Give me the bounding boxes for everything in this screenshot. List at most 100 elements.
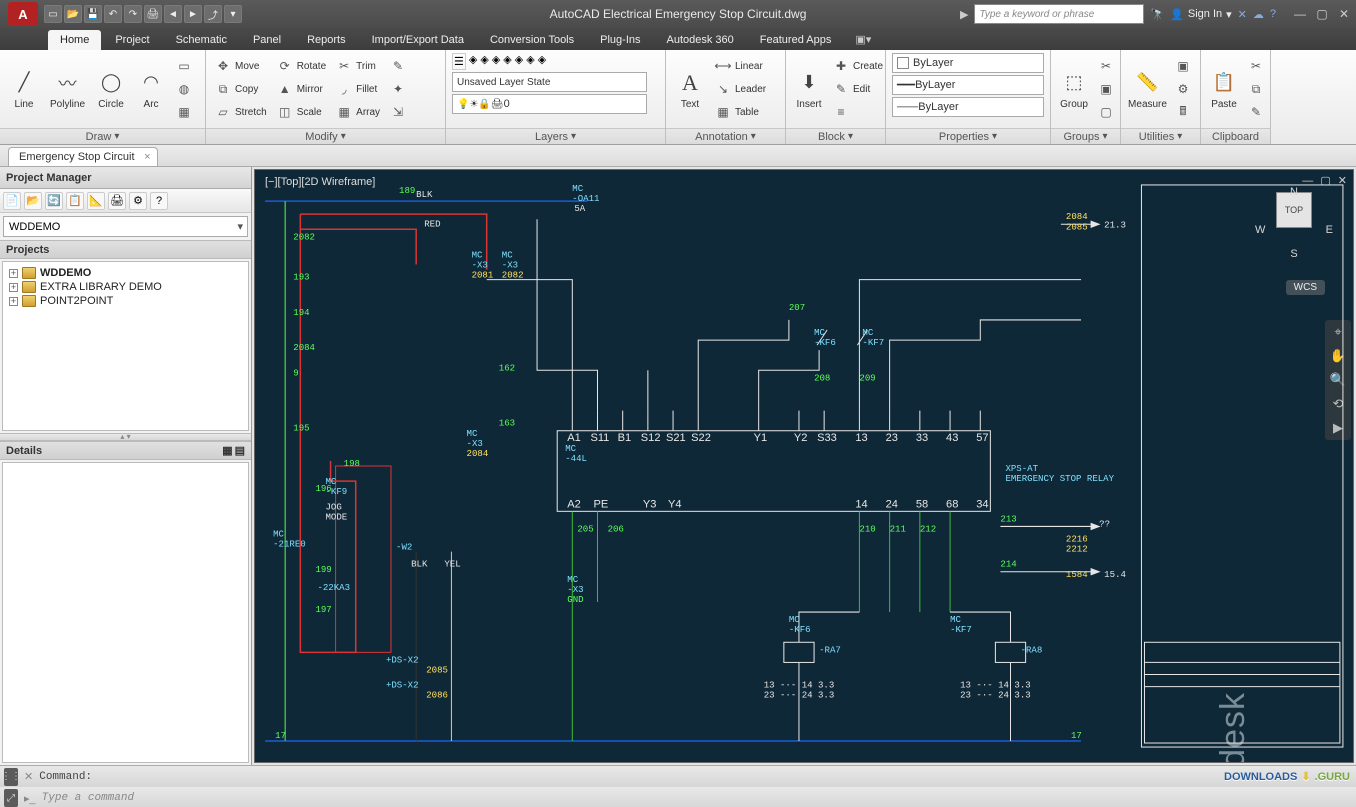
group-bb-button[interactable]: ▢ [1095, 101, 1117, 123]
mirror-button[interactable]: ▲Mirror [274, 78, 329, 100]
linetype-dropdown[interactable]: ─── ByLayer [892, 97, 1044, 117]
current-layer-dropdown[interactable]: 💡☀🔒🖨 0 [452, 94, 647, 114]
block-attr-button[interactable]: ≡ [830, 101, 886, 123]
array-button[interactable]: ▦Array [333, 101, 383, 123]
tab-import-export[interactable]: Import/Export Data [360, 30, 476, 50]
app-logo[interactable]: A [8, 2, 38, 26]
arc-button[interactable]: ◠Arc [133, 67, 169, 112]
tab-reports[interactable]: Reports [295, 30, 358, 50]
erase-button[interactable]: ✎ [387, 55, 409, 77]
paste-button[interactable]: 📋Paste [1207, 67, 1241, 112]
redo-icon[interactable]: ↷ [124, 5, 142, 23]
fillet-button[interactable]: ◞Fillet [333, 78, 383, 100]
panel-utilities-label[interactable]: Utilities ▾ [1121, 128, 1200, 144]
next-icon[interactable]: ► [184, 5, 202, 23]
copy-clip-button[interactable]: ⧉ [1245, 78, 1267, 100]
panel-layers-label[interactable]: Layers ▾ [446, 128, 665, 144]
tree-item[interactable]: +WDDEMO [7, 266, 244, 280]
cmd-recent-icon[interactable]: ▸_ [24, 792, 36, 805]
layer-icon[interactable]: ◈ [526, 53, 534, 70]
measure-button[interactable]: 📏Measure [1127, 67, 1168, 112]
color-dropdown[interactable]: ByLayer [892, 53, 1044, 73]
help-icon[interactable]: ? [1270, 8, 1276, 20]
layer-props-icon[interactable]: ☰ [452, 53, 466, 70]
prev-icon[interactable]: ◄ [164, 5, 182, 23]
tab-project[interactable]: Project [103, 30, 161, 50]
cmd-grip-icon[interactable]: ⤢ [4, 789, 18, 807]
group-button[interactable]: ⬚Group [1057, 67, 1091, 112]
details-view2-icon[interactable]: ▤ [235, 444, 245, 457]
undo-icon[interactable]: ↶ [104, 5, 122, 23]
cut-button[interactable]: ✂ [1245, 55, 1267, 77]
tab-conversion[interactable]: Conversion Tools [478, 30, 586, 50]
calc-button[interactable]: 🖩 [1172, 101, 1194, 123]
expand-icon[interactable]: + [9, 297, 18, 306]
insert-button[interactable]: ⬇Insert [792, 67, 826, 112]
maximize-button[interactable]: ▢ [1312, 6, 1332, 22]
tab-a360[interactable]: Autodesk 360 [655, 30, 746, 50]
layer-icon[interactable]: ◈ [538, 53, 546, 70]
tree-item[interactable]: +POINT2POINT [7, 294, 244, 308]
layer-icon[interactable]: ◈ [503, 53, 511, 70]
select-all-button[interactable]: ▣ [1172, 55, 1194, 77]
circle-button[interactable]: ◯Circle [93, 67, 129, 112]
ellipse-button[interactable]: ◍ [173, 78, 195, 100]
panel-draw-label[interactable]: Draw ▾ [0, 128, 205, 144]
details-view1-icon[interactable]: ▦ [222, 444, 232, 457]
create-block-button[interactable]: ✚Create [830, 55, 886, 77]
layer-icon[interactable]: ◈ [480, 53, 488, 70]
lineweight-dropdown[interactable]: ━━━ ByLayer [892, 75, 1044, 95]
pm-open-icon[interactable]: 📂 [24, 192, 42, 210]
offset-button[interactable]: ⇲ [387, 101, 409, 123]
save-icon[interactable]: 💾 [84, 5, 102, 23]
tab-plugins[interactable]: Plug-Ins [588, 30, 652, 50]
help-search-input[interactable]: Type a keyword or phrase [974, 4, 1144, 24]
trim-button[interactable]: ✂Trim [333, 55, 383, 77]
pm-publish-icon[interactable]: 🖨 [108, 192, 126, 210]
tab-schematic[interactable]: Schematic [164, 30, 239, 50]
qat-dropdown-icon[interactable]: ▾ [224, 5, 242, 23]
document-tab[interactable]: Emergency Stop Circuit [8, 147, 158, 166]
group-edit-button[interactable]: ▣ [1095, 78, 1117, 100]
edit-block-button[interactable]: ✎Edit [830, 78, 886, 100]
expand-icon[interactable]: + [9, 269, 18, 278]
pm-tree[interactable]: +WDDEMO +EXTRA LIBRARY DEMO +POINT2POINT [2, 261, 249, 431]
pm-project-combo[interactable]: WDDEMO [3, 216, 248, 237]
layer-icon[interactable]: ◈ [492, 53, 500, 70]
binoculars-icon[interactable]: 🔭 [1150, 8, 1164, 21]
hatch-button[interactable]: ▦ [173, 101, 195, 123]
exchange-icon[interactable]: ✕ [1238, 8, 1247, 21]
ungroup-button[interactable]: ✂ [1095, 55, 1117, 77]
tree-item[interactable]: +EXTRA LIBRARY DEMO [7, 280, 244, 294]
close-button[interactable]: ✕ [1334, 6, 1354, 22]
pm-refresh-icon[interactable]: 🔄 [45, 192, 63, 210]
pm-details-header[interactable]: Details▦▤ [0, 441, 251, 460]
pm-settings-icon[interactable]: ⚙ [129, 192, 147, 210]
command-input[interactable]: Type a command [42, 792, 1352, 804]
signin-button[interactable]: 👤 Sign In ▾ [1170, 8, 1231, 21]
open-icon[interactable]: 📂 [64, 5, 82, 23]
pm-new-icon[interactable]: 📄 [3, 192, 21, 210]
linear-dim-button[interactable]: ⟷Linear [712, 55, 769, 77]
minimize-button[interactable]: — [1290, 6, 1310, 22]
match-button[interactable]: ✎ [1245, 101, 1267, 123]
panel-modify-label[interactable]: Modify ▾ [206, 128, 445, 144]
line-button[interactable]: ╱Line [6, 67, 42, 112]
search-play-icon[interactable]: ▶ [960, 8, 968, 21]
text-button[interactable]: AText [672, 67, 708, 112]
panel-block-label[interactable]: Block ▾ [786, 128, 885, 144]
leader-button[interactable]: ↘Leader [712, 78, 769, 100]
share-icon[interactable]: ⤴ [204, 5, 222, 23]
pm-project-icon[interactable]: 📋 [66, 192, 84, 210]
drawing-canvas[interactable]: [−][Top][2D Wireframe] — ▢ ✕ N W TOP E S… [254, 169, 1354, 763]
expand-icon[interactable]: + [9, 283, 18, 292]
new-icon[interactable]: ▭ [44, 5, 62, 23]
pm-splitter[interactable]: ▴ ▾ [0, 433, 251, 441]
ribbon-overflow-icon[interactable]: ▣▾ [845, 29, 881, 50]
rectangle-button[interactable]: ▭ [173, 55, 195, 77]
polyline-button[interactable]: 〰Polyline [46, 67, 89, 112]
pm-projects-header[interactable]: Projects [0, 240, 251, 259]
rotate-button[interactable]: ⟳Rotate [274, 55, 329, 77]
pm-help-icon[interactable]: ? [150, 192, 168, 210]
pm-drawing-icon[interactable]: 📐 [87, 192, 105, 210]
